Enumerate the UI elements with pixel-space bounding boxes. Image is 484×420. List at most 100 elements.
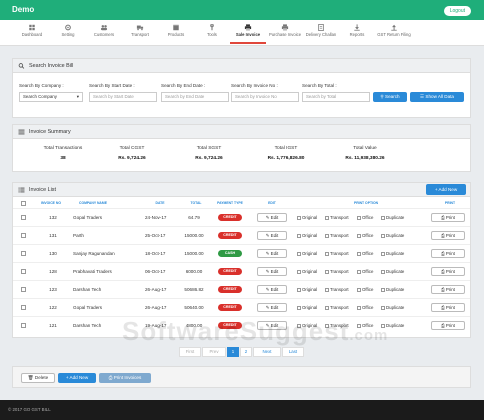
print-option-office[interactable]: Office (357, 211, 373, 224)
print-option-office[interactable]: Office (357, 247, 373, 260)
edit-button[interactable]: ✎ Edit (257, 303, 287, 312)
row-checkbox[interactable] (21, 287, 26, 292)
print-button[interactable]: ⎙ Print (431, 213, 465, 222)
select-all-checkbox[interactable] (21, 200, 26, 206)
print-button[interactable]: ⎙ Print (431, 285, 465, 294)
row-checkbox[interactable] (21, 233, 26, 238)
add-new-button[interactable]: + Add New (58, 373, 96, 383)
checkbox[interactable] (381, 215, 385, 220)
checkbox[interactable] (297, 287, 301, 292)
checkbox[interactable] (297, 269, 301, 274)
print-button[interactable]: ⎙ Print (431, 321, 465, 330)
print-button[interactable]: ⎙ Print (431, 231, 465, 240)
print-option-transport[interactable]: Transport (325, 211, 349, 224)
checkbox[interactable] (357, 305, 361, 310)
checkbox[interactable] (325, 305, 329, 310)
search-button[interactable]: ⚲ Search (373, 92, 407, 102)
checkbox[interactable] (381, 305, 385, 310)
print-option-transport[interactable]: Transport (325, 283, 349, 296)
checkbox[interactable] (297, 251, 301, 256)
print-button[interactable]: ⎙ Print (431, 303, 465, 312)
nav-item-3[interactable]: Transport (122, 22, 158, 44)
checkbox[interactable] (357, 287, 361, 292)
print-option-original[interactable]: Original (297, 265, 317, 278)
row-checkbox[interactable] (21, 269, 26, 274)
print-option-duplicate[interactable]: Duplicate (381, 283, 404, 296)
nav-item-5[interactable]: Tools (194, 22, 230, 44)
checkbox[interactable] (325, 215, 329, 220)
end-date-input[interactable]: Search by End Date (161, 92, 229, 102)
row-checkbox[interactable] (21, 215, 26, 220)
checkbox[interactable] (325, 287, 329, 292)
delete-button[interactable]: 🗑 Delete (21, 373, 55, 383)
print-invoices-button[interactable]: ⎙ Print Invoices (99, 373, 151, 383)
print-option-duplicate[interactable]: Duplicate (381, 247, 404, 260)
start-date-input[interactable]: Search by Start Date (89, 92, 157, 102)
print-option-original[interactable]: Original (297, 229, 317, 242)
nav-item-6[interactable]: Sale Invoice (230, 22, 266, 44)
checkbox[interactable] (297, 215, 301, 220)
nav-item-9[interactable]: Reports (339, 22, 375, 44)
print-option-original[interactable]: Original (297, 283, 317, 296)
checkbox[interactable] (325, 233, 329, 238)
print-option-office[interactable]: Office (357, 265, 373, 278)
print-option-original[interactable]: Original (297, 211, 317, 224)
nav-item-7[interactable]: Purchase Invoice (267, 22, 303, 44)
edit-button[interactable]: ✎ Edit (257, 267, 287, 276)
pagination-page-1[interactable]: 1 (227, 347, 239, 357)
print-button[interactable]: ⎙ Print (431, 249, 465, 258)
checkbox[interactable] (297, 305, 301, 310)
checkbox[interactable] (297, 233, 301, 238)
print-option-duplicate[interactable]: Duplicate (381, 211, 404, 224)
row-checkbox[interactable] (21, 305, 26, 310)
nav-item-0[interactable]: Dashboard (14, 22, 50, 44)
nav-item-1[interactable]: Setting (50, 22, 86, 44)
edit-button[interactable]: ✎ Edit (257, 213, 287, 222)
print-option-transport[interactable]: Transport (325, 247, 349, 260)
print-option-office[interactable]: Office (357, 301, 373, 314)
checkbox[interactable] (357, 233, 361, 238)
pagination-first[interactable]: First (179, 347, 201, 357)
checkbox[interactable] (325, 269, 329, 274)
edit-button[interactable]: ✎ Edit (257, 231, 287, 240)
print-option-duplicate[interactable]: Duplicate (381, 301, 404, 314)
row-checkbox[interactable] (21, 251, 26, 256)
print-option-transport[interactable]: Transport (325, 229, 349, 242)
edit-button[interactable]: ✎ Edit (257, 285, 287, 294)
print-option-transport[interactable]: Transport (325, 265, 349, 278)
checkbox[interactable] (381, 287, 385, 292)
checkbox[interactable] (357, 251, 361, 256)
pagination-next[interactable]: Next (253, 347, 281, 357)
company-label: Search By Company : (19, 83, 64, 88)
company-select[interactable]: Search Company ▾ (19, 92, 83, 102)
print-option-original[interactable]: Original (297, 301, 317, 314)
print-option-duplicate[interactable]: Duplicate (381, 229, 404, 242)
payment-type-badge: CREDIT (218, 268, 242, 275)
checkbox[interactable] (325, 251, 329, 256)
show-all-button[interactable]: ☰ Show All Data (410, 92, 464, 102)
total-input[interactable]: Search by Total (302, 92, 370, 102)
pagination-prev[interactable]: Prev (202, 347, 226, 357)
checkbox[interactable] (381, 251, 385, 256)
pagination-last[interactable]: Last (282, 347, 304, 357)
print-option-duplicate[interactable]: Duplicate (381, 265, 404, 278)
row-checkbox[interactable] (21, 323, 26, 328)
checkbox[interactable] (381, 269, 385, 274)
add-new-invoice-button[interactable]: + Add New (426, 184, 466, 195)
nav-item-8[interactable]: Delivery Challan (303, 22, 339, 44)
pagination-page-2[interactable]: 2 (240, 347, 252, 357)
edit-button[interactable]: ✎ Edit (257, 249, 287, 258)
print-option-office[interactable]: Office (357, 229, 373, 242)
invoice-no-input[interactable]: Search by Invoice No (231, 92, 299, 102)
checkbox[interactable] (381, 233, 385, 238)
logout-button[interactable]: Logout (443, 6, 471, 16)
print-option-original[interactable]: Original (297, 247, 317, 260)
nav-item-2[interactable]: Customers (86, 22, 122, 44)
checkbox[interactable] (357, 269, 361, 274)
checkbox[interactable] (357, 215, 361, 220)
print-option-transport[interactable]: Transport (325, 301, 349, 314)
nav-item-10[interactable]: GST Return Filing (376, 22, 412, 44)
print-option-office[interactable]: Office (357, 283, 373, 296)
nav-item-4[interactable]: Products (158, 22, 194, 44)
print-button[interactable]: ⎙ Print (431, 267, 465, 276)
